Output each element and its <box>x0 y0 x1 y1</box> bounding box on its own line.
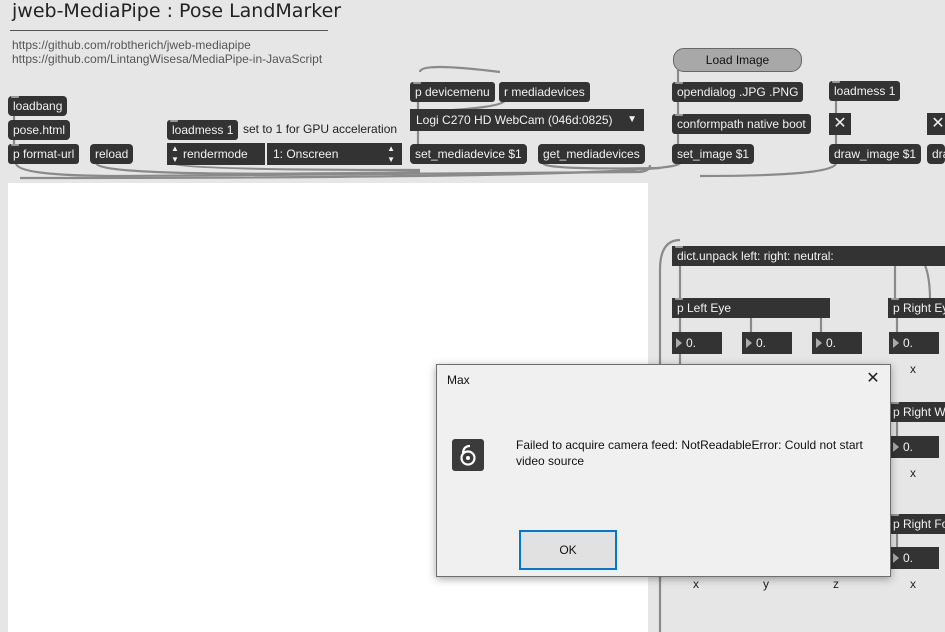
play-triangle-icon <box>676 338 682 348</box>
dialog-body: Failed to acquire camera feed: NotReadab… <box>437 395 890 525</box>
number-value: 0. <box>903 551 914 565</box>
loadbang-label: loadbang <box>13 99 63 113</box>
y-axis-label: y <box>763 577 769 591</box>
pose-html-message[interactable]: pose.html <box>8 120 71 140</box>
right-wrist-subpatch[interactable]: p Right W <box>888 402 945 422</box>
x-axis-label: x <box>693 577 699 591</box>
right-wrist-x-label: x <box>910 466 916 480</box>
right-wrist-label: p Right W <box>893 405 945 419</box>
number-value: 0. <box>756 336 767 350</box>
get-mediadevices-message[interactable]: get_mediadevices <box>538 144 645 164</box>
get-mediadevices-label: get_mediadevices <box>543 147 640 161</box>
devicemenu-label: p devicemenu <box>415 85 490 99</box>
play-triangle-icon <box>893 338 899 348</box>
left-eye-z-number[interactable]: 0. <box>812 332 862 354</box>
loadbang-object[interactable]: loadbang <box>8 96 68 116</box>
number-value: 0. <box>903 440 914 454</box>
set-image-label: set_image $1 <box>677 147 750 161</box>
mediadevices-label: r mediadevices <box>504 85 585 99</box>
webcam-menu[interactable]: Logi C270 HD WebCam (046d:0825) ▼ <box>410 109 644 131</box>
close-x-icon[interactable]: ✕ <box>829 113 851 135</box>
reload-message[interactable]: reload <box>90 144 134 164</box>
error-message: Failed to acquire camera feed: NotReadab… <box>516 438 863 468</box>
right-eye-x-label: x <box>910 362 916 376</box>
load-image-button[interactable]: Load Image <box>673 48 802 72</box>
right-eye-x-number[interactable]: 0. <box>889 332 939 354</box>
loadmess-gpu-label: loadmess 1 <box>172 123 234 137</box>
format-url-label: p format-url <box>13 147 75 161</box>
right-eye-label: p Right Ey <box>893 301 945 315</box>
left-eye-y-number[interactable]: 0. <box>742 332 792 354</box>
devicemenu-object[interactable]: p devicemenu <box>410 82 495 102</box>
left-eye-x-number[interactable]: 0. <box>672 332 722 354</box>
dialog-title: Max <box>447 373 470 387</box>
max-app-icon <box>452 439 484 471</box>
set-mediadevice-label: set_mediadevice $1 <box>415 147 522 161</box>
number-value: 0. <box>686 336 697 350</box>
play-triangle-icon <box>893 442 899 452</box>
draw-image-label: draw_image $1 <box>834 147 917 161</box>
conformpath-label: conformpath native boot <box>677 117 806 131</box>
close-x-icon[interactable]: ✕ <box>927 113 945 135</box>
opendialog-object[interactable]: opendialog .JPG .PNG <box>672 82 804 102</box>
rendermode-label: rendermode <box>183 147 248 161</box>
conformpath-object[interactable]: conformpath native boot <box>672 114 811 134</box>
right-eye-subpatch[interactable]: p Right Ey <box>888 298 945 318</box>
triangle-down-icon: ▼ <box>627 114 637 125</box>
right-foot-x-label: x <box>910 577 916 591</box>
draw-partial-label: dra <box>932 147 945 161</box>
set-mediadevice-message[interactable]: set_mediadevice $1 <box>410 144 527 164</box>
pose-html-label: pose.html <box>13 123 66 137</box>
number-value: 0. <box>826 336 837 350</box>
stepper-arrows-icon: ▲ ▼ <box>387 144 395 164</box>
right-foot-x-number[interactable]: 0. <box>889 547 939 569</box>
play-triangle-icon <box>893 553 899 563</box>
right-wrist-x-number[interactable]: 0. <box>889 436 939 458</box>
play-triangle-icon <box>746 338 752 348</box>
reload-label: reload <box>95 147 129 161</box>
dict-unpack-label: dict.unpack left: right: neutral: <box>677 249 834 263</box>
draw-image-message[interactable]: draw_image $1 <box>829 144 922 164</box>
render-mode-menu[interactable]: 1: Onscreen ▲ ▼ <box>267 143 402 165</box>
number-value: 0. <box>903 336 914 350</box>
left-eye-subpatch[interactable]: p Left Eye <box>672 298 830 318</box>
format-url-object[interactable]: p format-url <box>8 144 80 164</box>
z-axis-label: z <box>833 577 839 591</box>
ok-button[interactable]: OK <box>519 530 617 570</box>
gpu-comment: set to 1 for GPU acceleration <box>243 122 398 136</box>
opendialog-label: opendialog .JPG .PNG <box>677 85 799 99</box>
loadmess-gpu-object[interactable]: loadmess 1 <box>167 120 239 140</box>
right-foot-label: p Right Fo <box>893 517 945 531</box>
set-image-message[interactable]: set_image $1 <box>672 144 755 164</box>
receive-mediadevices-object[interactable]: r mediadevices <box>499 82 590 102</box>
loadmess-draw-object[interactable]: loadmess 1 <box>829 81 901 101</box>
right-foot-subpatch[interactable]: p Right Fo <box>888 514 945 534</box>
close-icon[interactable]: ✕ <box>862 368 884 390</box>
draw-partial-message[interactable]: dra <box>927 144 945 164</box>
stepper-arrows-icon: ▲ ▼ <box>171 144 179 164</box>
dict-unpack-object[interactable]: dict.unpack left: right: neutral: <box>672 246 945 266</box>
webcam-menu-value: Logi C270 HD WebCam (046d:0825) <box>416 113 613 127</box>
render-mode-value: 1: Onscreen <box>273 147 339 161</box>
loadmess-draw-label: loadmess 1 <box>834 84 896 98</box>
error-dialog: Max ✕ Failed to acquire camera feed: Not… <box>436 364 891 577</box>
rendermode-stepper[interactable]: ▲ ▼ rendermode <box>167 143 265 165</box>
play-triangle-icon <box>816 338 822 348</box>
left-eye-label: p Left Eye <box>677 301 732 315</box>
